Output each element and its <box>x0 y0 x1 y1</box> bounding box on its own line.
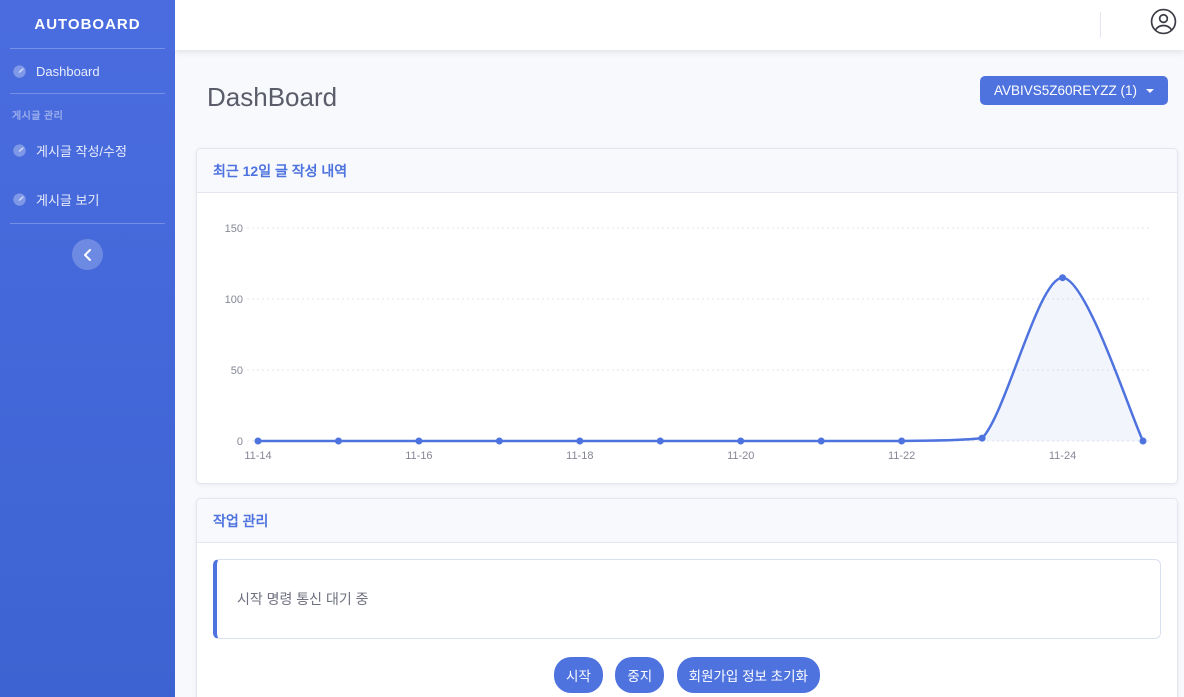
app-root: AUTOBOARD Dashboard 게시글 관리 게시글 작성/수정 게시글… <box>0 0 1184 697</box>
svg-text:11-24: 11-24 <box>1049 450 1076 462</box>
sidebar-item-post-write-edit[interactable]: 게시글 작성/수정 <box>0 125 175 174</box>
sidebar-collapse-button[interactable] <box>72 239 103 270</box>
sidebar: AUTOBOARD Dashboard 게시글 관리 게시글 작성/수정 게시글… <box>0 0 175 697</box>
sidebar-divider <box>10 223 165 224</box>
brand-logo[interactable]: AUTOBOARD <box>0 0 175 48</box>
main-content: DashBoard AVBIVS5Z60REYZZ (1) 최근 12일 글 작… <box>175 50 1184 697</box>
page-title: DashBoard <box>207 82 337 113</box>
task-status-text: 시작 명령 통신 대기 중 <box>237 589 368 609</box>
task-status-box: 시작 명령 통신 대기 중 <box>213 559 1161 639</box>
sidebar-item-dashboard[interactable]: Dashboard <box>0 49 175 93</box>
sidebar-item-label: 게시글 작성/수정 <box>36 141 127 160</box>
recent-posts-card: 최근 12일 글 작성 내역 0 50 100 150 11-14 11-16 11-18 1… <box>196 148 1178 484</box>
svg-text:11-18: 11-18 <box>566 450 593 462</box>
svg-text:11-14: 11-14 <box>244 450 271 462</box>
topbar-divider <box>1100 12 1101 38</box>
tachometer-icon <box>12 192 27 207</box>
sidebar-item-post-view[interactable]: 게시글 보기 <box>0 174 175 223</box>
user-menu-button[interactable] <box>1150 8 1177 35</box>
svg-text:11-22: 11-22 <box>888 450 915 462</box>
start-button[interactable]: 시작 <box>554 657 603 693</box>
topbar <box>175 0 1184 50</box>
task-management-card: 작업 관리 시작 명령 통신 대기 중 시작 중지 회원가입 정보 초기화 <box>196 498 1178 697</box>
tachometer-icon <box>12 143 27 158</box>
sidebar-item-label: Dashboard <box>36 64 100 79</box>
posts-line-chart: 0 50 100 150 11-14 11-16 11-18 11-20 11-22 11-24 <box>197 193 1179 484</box>
stop-button[interactable]: 중지 <box>615 657 664 693</box>
sidebar-item-label: 게시글 보기 <box>36 190 99 209</box>
task-button-row: 시작 중지 회원가입 정보 초기화 <box>213 657 1161 693</box>
recent-posts-card-title: 최근 12일 글 작성 내역 <box>197 149 1177 193</box>
svg-text:150: 150 <box>225 223 243 235</box>
sidebar-section-heading: 게시글 관리 <box>0 94 175 125</box>
person-circle-icon <box>1150 8 1177 35</box>
chart-area: 0 50 100 150 11-14 11-16 11-18 11-20 11-22 11-24 <box>197 193 1177 484</box>
svg-text:11-16: 11-16 <box>405 450 432 462</box>
reset-signup-info-button[interactable]: 회원가입 정보 초기화 <box>677 657 820 693</box>
account-dropdown-button[interactable]: AVBIVS5Z60REYZZ (1) <box>980 76 1168 105</box>
svg-text:100: 100 <box>225 294 243 306</box>
svg-text:50: 50 <box>231 365 243 377</box>
chevron-left-icon <box>83 249 92 261</box>
task-card-body: 시작 명령 통신 대기 중 시작 중지 회원가입 정보 초기화 <box>197 543 1177 697</box>
caret-down-icon <box>1146 89 1154 93</box>
task-card-title: 작업 관리 <box>197 499 1177 543</box>
svg-text:11-20: 11-20 <box>727 450 754 462</box>
page-header: DashBoard AVBIVS5Z60REYZZ (1) <box>175 50 1184 113</box>
svg-text:0: 0 <box>237 436 243 448</box>
account-dropdown-label: AVBIVS5Z60REYZZ (1) <box>994 83 1137 98</box>
tachometer-icon <box>12 64 27 79</box>
